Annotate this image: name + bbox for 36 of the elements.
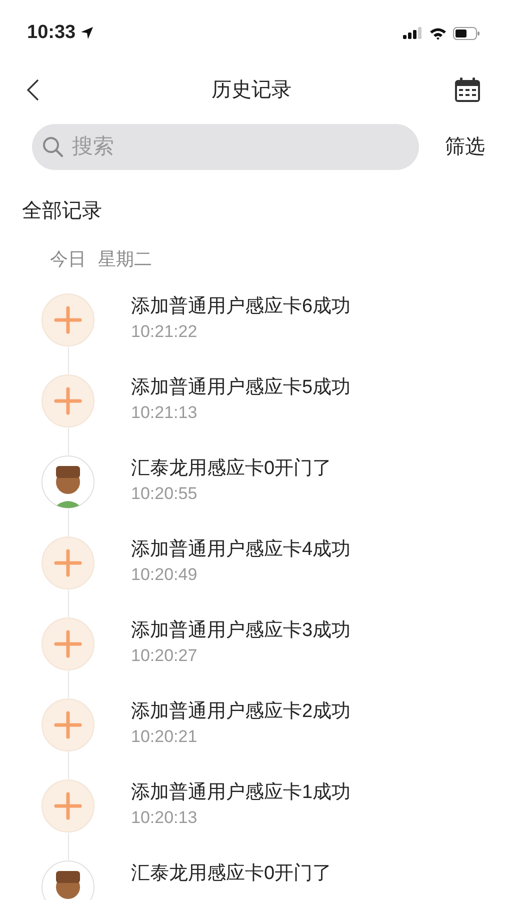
plus-icon: [41, 536, 95, 590]
record-title: 添加普通用户感应卡4成功: [131, 538, 351, 562]
plus-icon: [41, 293, 95, 347]
plus-icon: [41, 617, 95, 671]
plus-icon: [41, 779, 95, 833]
section-title: 全部记录: [22, 199, 102, 224]
record-title: 汇泰龙用感应卡0开门了: [131, 862, 332, 886]
status-time: 10:33: [27, 20, 76, 45]
calendar-icon: [454, 77, 480, 103]
back-icon: [26, 78, 40, 102]
record-title: 添加普通用户感应卡5成功: [131, 376, 351, 400]
record-time: 10:21:22: [131, 321, 198, 343]
filter-button[interactable]: 筛选: [445, 132, 485, 162]
record-time: 10:20:55: [131, 483, 198, 505]
search-icon: [42, 136, 64, 158]
calendar-button[interactable]: [453, 76, 481, 104]
location-arrow-icon: [80, 26, 94, 40]
date-weekday: 星期二: [98, 248, 152, 271]
record-title: 添加普通用户感应卡3成功: [131, 618, 351, 643]
record-time: 10:20:27: [131, 645, 198, 667]
record-title: 添加普通用户感应卡2成功: [131, 700, 351, 724]
battery-icon: [453, 26, 480, 40]
record-title: 汇泰龙用感应卡0开门了: [131, 457, 332, 481]
wifi-icon: [429, 26, 447, 40]
record-title: 添加普通用户感应卡6成功: [131, 294, 351, 319]
search-field[interactable]: 搜索: [32, 124, 419, 170]
signal-icon: [403, 27, 423, 39]
plus-icon: [41, 698, 95, 752]
record-title: 添加普通用户感应卡1成功: [131, 780, 351, 805]
record-time: 10:21:13: [131, 402, 198, 424]
record-time: 10:20:49: [131, 564, 198, 586]
record-time: 10:20:21: [131, 726, 198, 748]
date-day: 今日: [50, 246, 86, 273]
plus-icon: [41, 374, 95, 428]
page-title: 历史记录: [212, 78, 292, 103]
record-time: 10:20:13: [131, 807, 198, 829]
